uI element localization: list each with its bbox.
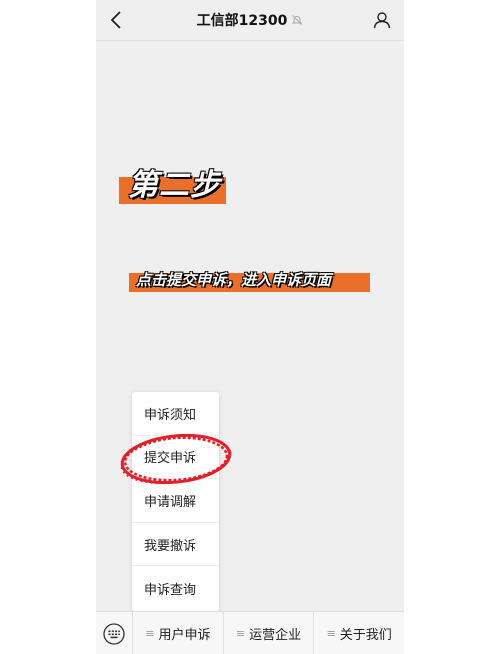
menu-item-complaint-query[interactable]: 申诉查询	[132, 566, 219, 610]
menu-lines-icon: ≡	[235, 627, 246, 640]
menu-lines-icon: ≡	[326, 627, 336, 640]
back-button[interactable]	[102, 6, 130, 34]
person-icon	[373, 12, 391, 29]
tab-about-us[interactable]: ≡ 关于我们	[313, 612, 404, 654]
profile-button[interactable]	[368, 6, 396, 34]
chat-screen: 工信部12300 第二步 点击提交申诉，进入申诉页面 申诉须知 提交申诉 申请调…	[96, 0, 404, 654]
tab-operators[interactable]: ≡ 运营企业	[222, 612, 314, 654]
chat-title: 工信部12300	[156, 0, 344, 40]
bell-mute-icon	[291, 14, 303, 26]
menu-item-request-mediation[interactable]: 申请调解	[132, 479, 219, 523]
tab-label: 关于我们	[339, 628, 392, 643]
header-bar: 工信部12300	[96, 0, 404, 41]
tab-user-complaint[interactable]: ≡ 用户申诉	[132, 612, 223, 654]
tab-label: 运营企业	[249, 628, 302, 643]
menu-item-submit-complaint[interactable]: 提交申诉	[132, 436, 219, 480]
title-text: 工信部12300	[196, 13, 288, 29]
submenu-popup: 申诉须知 提交申诉 申请调解 我要撤诉 申诉查询	[132, 392, 219, 611]
bottom-menu-bar: ≡ 用户申诉 ≡ 运营企业 ≡ 关于我们	[96, 611, 404, 654]
menu-item-withdraw-complaint[interactable]: 我要撤诉	[132, 523, 219, 567]
instruction-text: 点击提交申诉，进入申诉页面	[136, 271, 332, 289]
step-label: 第二步	[128, 168, 221, 203]
menu-item-complaint-notice[interactable]: 申诉须知	[132, 392, 219, 436]
chevron-left-icon	[110, 11, 121, 29]
menu-lines-icon: ≡	[145, 627, 155, 640]
keyboard-button[interactable]	[96, 612, 132, 654]
tab-label: 用户申诉	[158, 628, 211, 643]
keyboard-icon	[103, 622, 125, 645]
